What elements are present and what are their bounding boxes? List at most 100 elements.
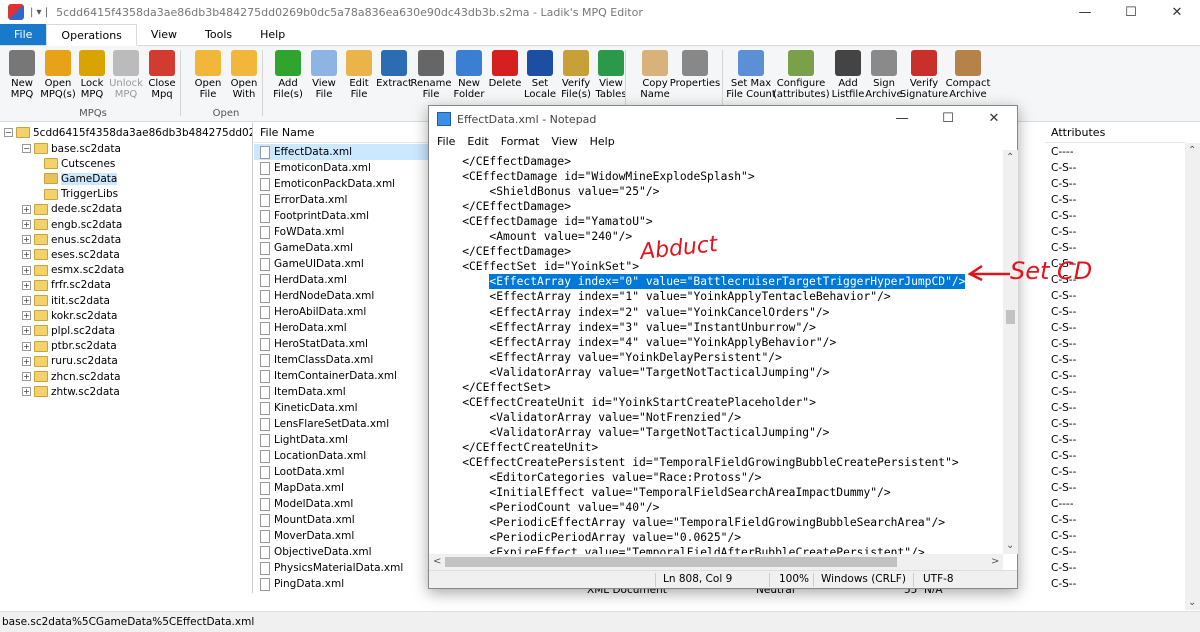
expand-icon[interactable]: + — [22, 265, 31, 275]
scroll-right-icon[interactable]: > — [991, 556, 999, 567]
file-row[interactable]: HeroAbilData.xml — [254, 304, 434, 320]
maximize-button[interactable]: ☐ — [1108, 0, 1154, 24]
file-row[interactable]: GameUIData.xml — [254, 256, 434, 272]
notepad-close-button[interactable]: ✕ — [971, 106, 1017, 130]
tab-operations[interactable]: Operations — [46, 24, 137, 46]
notepad-maximize-button[interactable]: ☐ — [925, 106, 971, 130]
notepad-minimize-button[interactable]: — — [879, 106, 925, 130]
copy-name-button[interactable]: Copy Name — [637, 50, 673, 100]
expand-icon[interactable]: + — [22, 387, 31, 397]
file-row[interactable]: EmoticonPackData.xml — [254, 176, 434, 192]
file-row[interactable]: EmoticonData.xml — [254, 160, 434, 176]
verify-signature-button[interactable]: Verify Signature — [900, 50, 948, 100]
file-row[interactable]: LensFlareSetData.xml — [254, 416, 434, 432]
properties-button[interactable]: Properties — [670, 50, 720, 89]
file-row[interactable]: ItemContainerData.xml — [254, 368, 434, 384]
file-row[interactable]: HerdData.xml — [254, 272, 434, 288]
file-row[interactable]: HerdNodeData.xml — [254, 288, 434, 304]
file-row[interactable]: MoverData.xml — [254, 528, 434, 544]
tree-item[interactable]: + engb.sc2data — [22, 217, 122, 232]
file-row[interactable]: ItemData.xml — [254, 384, 434, 400]
compact-archive-button[interactable]: Compact Archive — [946, 50, 990, 100]
expand-icon[interactable]: + — [22, 372, 31, 381]
expand-icon[interactable]: + — [22, 220, 31, 229]
expand-icon[interactable]: + — [22, 204, 31, 214]
tree-item[interactable]: + zhcn.sc2data — [22, 369, 121, 384]
file-row[interactable]: ErrorData.xml — [254, 192, 434, 208]
edit-file-button[interactable]: Edit File — [341, 50, 377, 100]
file-row[interactable]: LightData.xml — [254, 432, 434, 448]
column-header-file-name[interactable]: File Name — [254, 123, 454, 143]
file-list-vertical-scrollbar[interactable]: ⌃ ⌄ — [1185, 143, 1200, 610]
tree-item[interactable]: + plpl.sc2data — [22, 323, 115, 338]
tree-item[interactable]: TriggerLibs — [44, 187, 118, 202]
close-button[interactable]: ✕ — [1154, 0, 1200, 24]
menu-view[interactable]: View — [552, 135, 578, 148]
tree-item[interactable]: + zhtw.sc2data — [22, 384, 120, 399]
column-header-attributes[interactable]: Attributes — [1045, 123, 1185, 143]
notepad-vertical-scrollbar[interactable]: ⌃ ⌄ — [1003, 150, 1018, 554]
file-row[interactable]: GameData.xml — [254, 240, 434, 256]
scroll-up-icon[interactable]: ⌃ — [1188, 145, 1196, 156]
menu-format[interactable]: Format — [501, 135, 540, 148]
file-row[interactable]: FootprintData.xml — [254, 208, 434, 224]
tab-file[interactable]: File — [0, 24, 47, 45]
quick-access-toolbar[interactable]: | ▾ | — [30, 7, 48, 18]
collapse-icon[interactable]: − — [22, 144, 31, 153]
view-tables-button[interactable]: View Tables — [593, 50, 629, 100]
notepad-text-area[interactable]: </CEffectDamage> <CEffectDamage id="Wido… — [429, 150, 1003, 554]
expand-icon[interactable]: + — [22, 356, 31, 366]
scroll-left-icon[interactable]: < — [433, 556, 441, 567]
open-with-button[interactable]: Open With — [226, 50, 262, 100]
file-row[interactable]: FoWData.xml — [254, 224, 434, 240]
set-max-file-count-button[interactable]: Set Max File Count — [726, 50, 776, 100]
tab-view[interactable]: View — [137, 24, 191, 45]
file-row[interactable]: KineticData.xml — [254, 400, 434, 416]
file-row[interactable]: HeroData.xml — [254, 320, 434, 336]
tree-item[interactable]: + esmx.sc2data — [22, 263, 124, 278]
tree-item[interactable]: + ptbr.sc2data — [22, 339, 117, 354]
file-row[interactable]: HeroStatData.xml — [254, 336, 434, 352]
menu-file[interactable]: File — [437, 135, 455, 148]
tree-item[interactable]: + enus.sc2data — [22, 232, 121, 247]
tree-item[interactable]: Cutscenes — [44, 156, 115, 171]
configure-attributes-button[interactable]: Configure (attributes) — [773, 50, 830, 100]
file-row[interactable]: ModelData.xml — [254, 496, 434, 512]
menu-edit[interactable]: Edit — [467, 135, 488, 148]
tree-item[interactable]: + itit.sc2data — [22, 293, 110, 308]
menu-help[interactable]: Help — [590, 135, 615, 148]
expand-icon[interactable]: + — [22, 235, 31, 245]
tree-item[interactable]: + dede.sc2data — [22, 202, 122, 217]
expand-icon[interactable]: + — [22, 311, 31, 321]
scroll-down-icon[interactable]: ⌄ — [1006, 540, 1014, 551]
file-row[interactable]: MountData.xml — [254, 512, 434, 528]
file-row[interactable]: LocationData.xml — [254, 448, 434, 464]
scroll-down-icon[interactable]: ⌄ — [1188, 597, 1196, 608]
file-row[interactable]: PhysicsMaterialData.xml — [254, 560, 434, 576]
close-mpq-button[interactable]: Close Mpq — [144, 50, 180, 100]
minimize-button[interactable]: — — [1062, 0, 1108, 24]
new-folder-button[interactable]: New Folder — [451, 50, 487, 100]
file-row[interactable]: MapData.xml — [254, 480, 434, 496]
tree-item[interactable]: + eses.sc2data — [22, 247, 120, 262]
tree-root[interactable]: − 5cdd6415f4358da3ae86db3b484275dd0269b0… — [4, 125, 252, 140]
tab-tools[interactable]: Tools — [191, 24, 246, 45]
scroll-up-icon[interactable]: ⌃ — [1006, 152, 1014, 163]
expand-icon[interactable]: + — [22, 250, 31, 260]
file-row[interactable]: ItemClassData.xml — [254, 352, 434, 368]
expand-icon[interactable]: + — [22, 296, 31, 305]
notepad-horizontal-scrollbar[interactable]: < > — [429, 554, 1003, 570]
tree-item[interactable]: GameData — [44, 171, 118, 186]
expand-icon[interactable]: + — [22, 280, 31, 290]
file-row[interactable]: LootData.xml — [254, 464, 434, 480]
collapse-icon[interactable]: − — [4, 128, 13, 137]
expand-icon[interactable]: + — [22, 341, 31, 351]
scrollbar-thumb[interactable] — [1006, 310, 1015, 324]
tree-item[interactable]: − base.sc2data — [22, 141, 121, 156]
tab-help[interactable]: Help — [246, 24, 299, 45]
scrollbar-thumb[interactable] — [445, 557, 897, 567]
tree-item[interactable]: + ruru.sc2data — [22, 354, 118, 369]
file-row[interactable]: ObjectiveData.xml — [254, 544, 434, 560]
tree-item[interactable]: + kokr.sc2data — [22, 308, 117, 323]
file-row[interactable]: EffectData.xml — [254, 144, 444, 160]
